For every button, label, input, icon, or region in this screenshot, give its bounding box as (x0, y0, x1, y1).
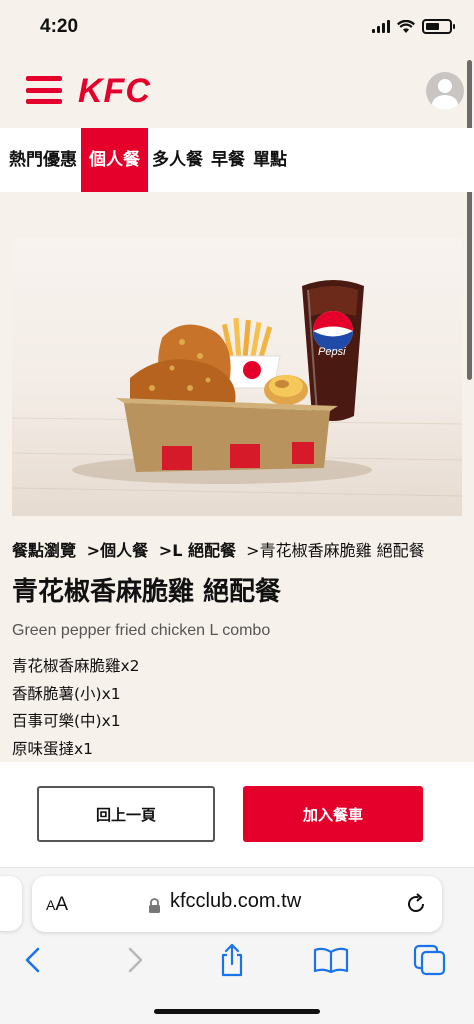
user-avatar-icon[interactable] (426, 72, 464, 110)
meal-items-list: 青花椒香麻脆雞x2 香酥脆薯(小)x1 百事可樂(中)x1 原味蛋撻x1 (12, 653, 140, 763)
hamburger-menu-icon[interactable] (26, 76, 62, 104)
product-image: Pepsi (12, 238, 462, 516)
page-scrollbar[interactable] (467, 60, 472, 380)
breadcrumb-current: 青花椒香麻脆雞 絕配餐 (259, 541, 425, 560)
battery-icon (422, 19, 455, 34)
fried-chicken (130, 324, 236, 408)
lock-icon (149, 898, 160, 913)
breadcrumb-subcategory[interactable]: L 絕配餐 (172, 541, 236, 560)
tab-group-meals[interactable]: 多人餐 (148, 128, 207, 192)
forward-icon[interactable] (115, 940, 155, 980)
status-icons (372, 19, 455, 34)
cellular-signal-icon (372, 20, 390, 33)
battery-level (426, 23, 440, 30)
breadcrumb-sep: > (241, 541, 260, 560)
tabs-icon[interactable] (410, 940, 450, 980)
back-button[interactable]: 回上一頁 (37, 786, 215, 842)
fries (221, 317, 281, 389)
meal-item: 香酥脆薯(小)x1 (12, 684, 121, 703)
breadcrumb-sep: > (153, 541, 173, 560)
action-bar: 回上一頁 加入餐車 (0, 762, 474, 868)
breadcrumb-root[interactable]: 餐點瀏覽 (12, 541, 76, 560)
share-icon[interactable] (212, 940, 252, 980)
tab-individual-meals[interactable]: 個人餐 (81, 128, 148, 192)
pepsi-cup-label: Pepsi (318, 346, 346, 358)
product-subtitle: Green pepper fried chicken L combo (12, 622, 271, 639)
browser-nav-toolbar (0, 940, 474, 980)
text-size-button[interactable]: AA (46, 894, 68, 916)
status-time: 4:20 (40, 16, 79, 37)
tab-breakfast[interactable]: 早餐 (207, 128, 249, 192)
meal-item: 原味蛋撻x1 (12, 739, 94, 758)
breadcrumb: 餐點瀏覽 >個人餐 >L 絕配餐 >青花椒香麻脆雞 絕配餐 (12, 537, 467, 561)
tab-hot-deals[interactable]: 熱門優惠 (0, 128, 81, 192)
kfc-logo[interactable]: KFC (78, 72, 151, 111)
wifi-icon (397, 19, 415, 33)
breadcrumb-category[interactable]: 個人餐 (100, 541, 148, 560)
address-bar[interactable]: AA kfcclub.com.tw (32, 876, 442, 932)
egg-tart (264, 375, 308, 405)
bookmarks-icon[interactable] (311, 940, 351, 980)
status-bar: 4:20 (0, 0, 474, 58)
category-tabs: 熱門優惠 個人餐 多人餐 早餐 單點 (0, 128, 474, 192)
reload-icon[interactable] (404, 892, 428, 916)
breadcrumb-sep: > (81, 541, 101, 560)
site-header: KFC (0, 58, 474, 128)
back-icon[interactable] (13, 940, 53, 980)
meal-item: 百事可樂(中)x1 (12, 712, 121, 730)
tab-a-la-carte[interactable]: 單點 (249, 128, 291, 192)
browser-toolbar: AA kfcclub.com.tw (0, 868, 474, 1024)
meal-item: 青花椒香麻脆雞x2 (12, 657, 140, 675)
previous-tab-card[interactable] (0, 876, 22, 931)
meal-box (116, 398, 338, 472)
home-indicator[interactable] (154, 1009, 320, 1014)
url-text[interactable]: kfcclub.com.tw (170, 890, 301, 913)
pepsi-cup: Pepsi (302, 280, 364, 421)
product-title: 青花椒香麻脆雞 絕配餐 (12, 577, 282, 607)
add-to-cart-button[interactable]: 加入餐車 (243, 786, 423, 842)
